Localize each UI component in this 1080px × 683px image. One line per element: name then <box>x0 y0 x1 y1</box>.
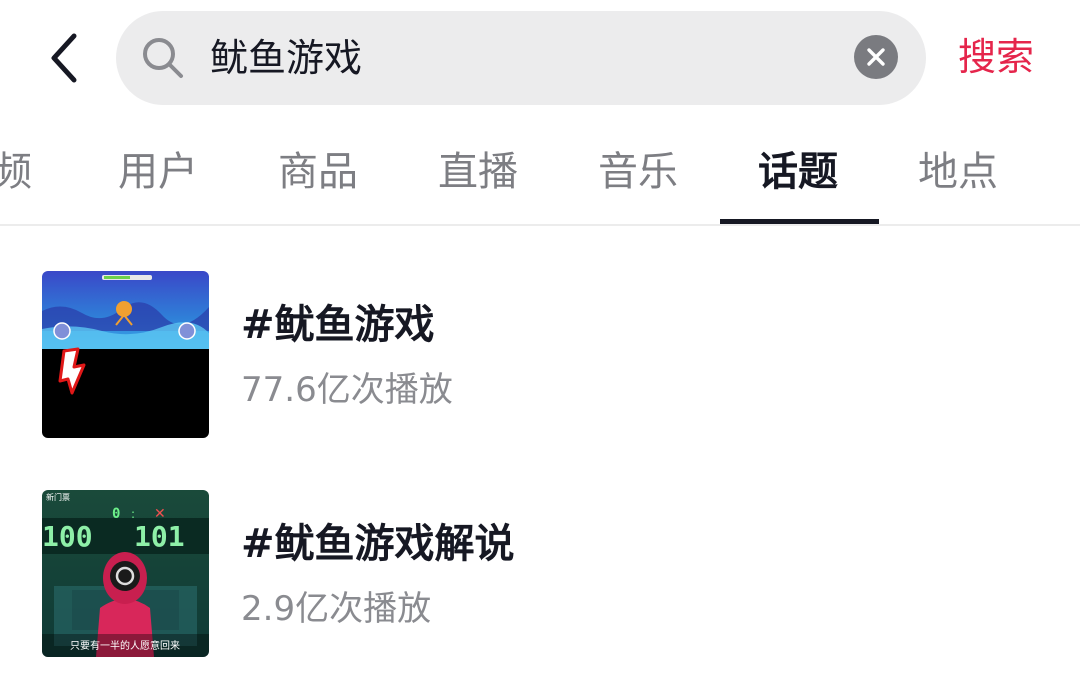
tab-video[interactable]: 频 <box>0 148 32 196</box>
tab-users[interactable]: 用户 <box>118 148 198 196</box>
search-input[interactable]: 鱿鱼游戏 <box>116 11 926 105</box>
thumbnail-logo-text: 新门票 <box>46 492 70 502</box>
search-submit-button[interactable]: 搜索 <box>958 34 1034 80</box>
thumbnail-score-right: 101 <box>134 520 185 553</box>
top-search-bar: 鱿鱼游戏 搜索 <box>0 0 1080 116</box>
tabs-divider <box>0 224 1080 226</box>
thumbnail-caption: 只要有一半的人愿意回来 <box>70 639 180 652</box>
close-icon <box>867 48 885 66</box>
tab-topics[interactable]: 话题 <box>758 148 838 196</box>
clear-search-button[interactable] <box>854 35 898 79</box>
topic-play-count: 77.6亿次播放 <box>241 370 453 410</box>
back-button[interactable] <box>40 28 90 88</box>
topic-title: #鱿鱼游戏解说 <box>241 521 515 567</box>
search-query-text[interactable]: 鱿鱼游戏 <box>210 35 362 81</box>
topic-play-count: 2.9亿次播放 <box>241 589 432 629</box>
tab-products[interactable]: 商品 <box>278 148 358 196</box>
svg-text:0: 0 <box>112 506 120 522</box>
topic-result-item[interactable]: #鱿鱼游戏 77.6亿次播放 <box>0 271 1080 439</box>
search-icon <box>143 38 183 78</box>
tab-music[interactable]: 音乐 <box>598 148 678 196</box>
thumbnail-score-left: 100 <box>42 520 93 553</box>
topic-thumbnail: 0 ✕ : 新门票 100 101 只要有一半的人愿意回来 <box>42 490 209 657</box>
chevron-left-icon <box>51 33 77 83</box>
svg-text::: : <box>131 507 135 521</box>
topic-title: #鱿鱼游戏 <box>241 302 435 348</box>
tab-live[interactable]: 直播 <box>438 148 518 196</box>
category-tabs: 频 用户 商品 直播 音乐 话题 地点 <box>0 140 1080 224</box>
topic-thumbnail <box>42 271 209 438</box>
topic-result-item[interactable]: 0 ✕ : 新门票 100 101 只要有一半的人愿意回来 #鱿鱼游戏解说 2.… <box>0 490 1080 658</box>
tab-places[interactable]: 地点 <box>918 148 998 196</box>
